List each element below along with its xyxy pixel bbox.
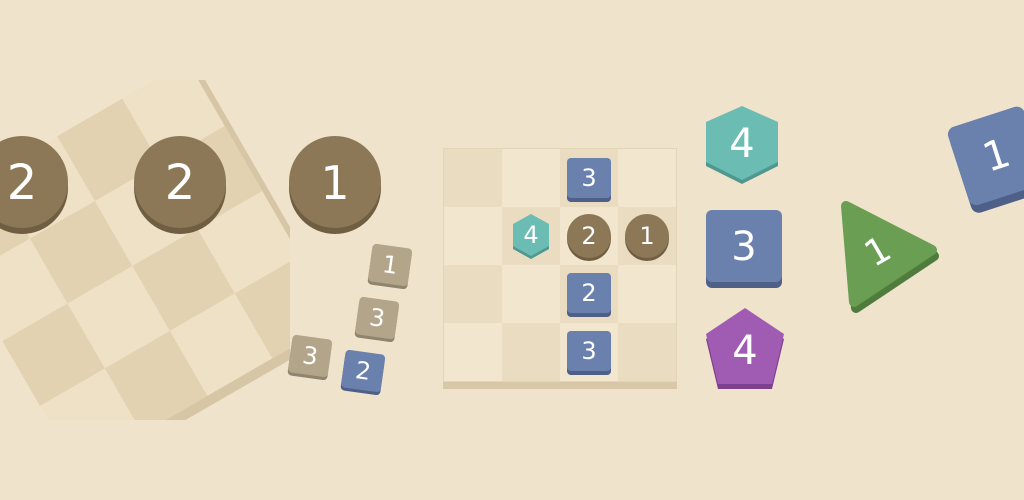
piece-label: 1	[639, 222, 654, 250]
coin-2-left[interactable]: 2	[0, 132, 72, 236]
board-cell[interactable]	[618, 323, 676, 381]
coin-label: 2	[165, 155, 196, 211]
coin-1-free[interactable]: 1	[286, 133, 384, 235]
shape-pentagon-4[interactable]: 4	[702, 305, 788, 395]
shape-square-3[interactable]: 3	[704, 208, 784, 290]
board-cell[interactable]	[502, 149, 560, 207]
coin-2-center[interactable]: 2	[130, 132, 230, 236]
board-cell[interactable]	[618, 149, 676, 207]
board-cell[interactable]	[444, 207, 502, 265]
board-cell[interactable]	[502, 265, 560, 323]
piece-label: 3	[581, 164, 596, 192]
shape-label: 4	[729, 121, 754, 167]
main-board: 3 4 2 1 2 3	[443, 148, 677, 389]
small-tile-1[interactable]: 1	[367, 243, 413, 289]
board-cell[interactable]	[444, 323, 502, 381]
piece-label: 3	[581, 337, 596, 365]
board-cell[interactable]	[444, 265, 502, 323]
coin-label: 2	[7, 155, 38, 211]
shape-label: 4	[732, 328, 757, 374]
board-piece-square[interactable]: 3	[565, 329, 613, 377]
board-cell[interactable]	[618, 265, 676, 323]
board-cell[interactable]	[502, 323, 560, 381]
small-tile-2-blue[interactable]: 2	[340, 349, 386, 395]
board-piece-square[interactable]: 2	[565, 271, 613, 319]
board-piece-hexagon[interactable]: 4	[506, 212, 556, 262]
shape-label: 3	[731, 224, 756, 270]
coin-label: 1	[320, 156, 349, 210]
board-piece-circle[interactable]: 2	[564, 212, 614, 262]
small-tile-3-upper[interactable]: 3	[354, 296, 400, 342]
board-piece-circle[interactable]: 1	[622, 212, 672, 262]
piece-label: 2	[581, 222, 596, 250]
piece-label: 2	[581, 279, 596, 307]
piece-label: 4	[523, 221, 538, 249]
small-tile-3-lower[interactable]: 3	[287, 334, 333, 380]
board-piece-square[interactable]: 3	[565, 156, 613, 204]
shape-square-1-partial[interactable]: 1	[940, 100, 1024, 230]
tilted-board	[0, 80, 290, 420]
shape-hexagon-4[interactable]: 4	[700, 104, 784, 190]
board-cell[interactable]	[444, 149, 502, 207]
shape-triangle-1[interactable]: 1	[836, 200, 940, 314]
